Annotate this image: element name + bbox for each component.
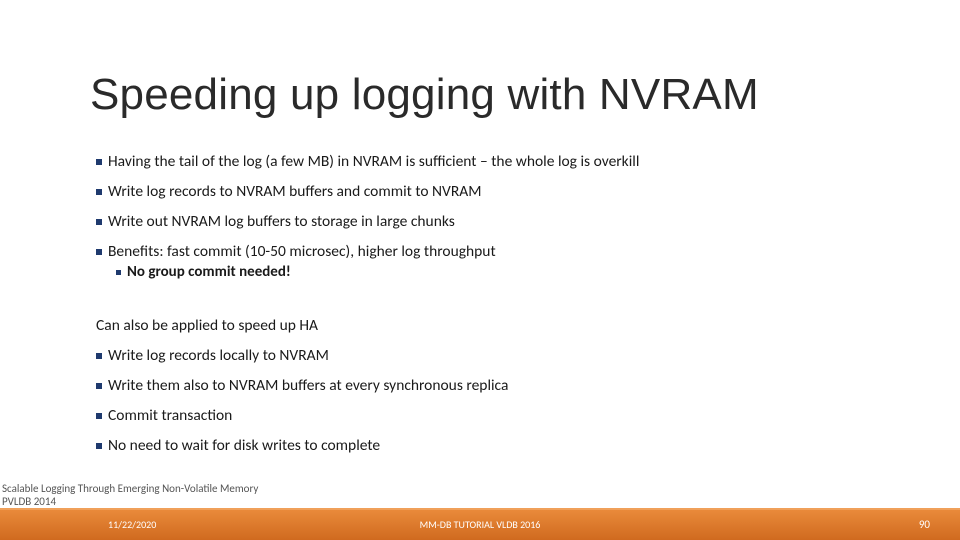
bullet-marker-icon	[96, 443, 102, 449]
sub-bullet-item: No group commit needed!	[116, 263, 291, 282]
bullet-marker-icon	[96, 159, 102, 165]
bullet-marker-icon	[96, 249, 102, 255]
bullet-marker-icon	[116, 270, 121, 275]
sub-bullet-text: No group commit needed!	[127, 263, 291, 282]
section-intro-text: Can also be applied to speed up HA	[96, 316, 318, 335]
bullet-text: Write log records locally to NVRAM	[108, 346, 329, 365]
citation-line: PVLDB 2014	[2, 495, 258, 508]
slide: Speeding up logging with NVRAM Having th…	[0, 0, 960, 540]
footer-page-number: 90	[919, 518, 930, 531]
bullet-item: Write log records to NVRAM buffers and c…	[96, 182, 482, 201]
slide-title: Speeding up logging with NVRAM	[90, 70, 759, 120]
bullet-text: Benefits: fast commit (10-50 microsec), …	[108, 242, 496, 261]
bullet-item: Write log records locally to NVRAM	[96, 346, 329, 365]
bullet-text: Write log records to NVRAM buffers and c…	[108, 182, 482, 201]
citation-line: Scalable Logging Through Emerging Non-Vo…	[2, 482, 258, 495]
bullet-item: Having the tail of the log (a few MB) in…	[96, 152, 639, 171]
bullet-marker-icon	[96, 383, 102, 389]
bullet-item: Benefits: fast commit (10-50 microsec), …	[96, 242, 496, 261]
citation-block: Scalable Logging Through Emerging Non-Vo…	[2, 482, 258, 508]
footer-center-text: MM-DB TUTORIAL VLDB 2016	[0, 518, 960, 531]
bullet-text: Commit transaction	[108, 406, 232, 425]
bullet-marker-icon	[96, 413, 102, 419]
bullet-text: Write them also to NVRAM buffers at ever…	[108, 376, 508, 395]
bullet-marker-icon	[96, 219, 102, 225]
bullet-item: Write out NVRAM log buffers to storage i…	[96, 212, 455, 231]
bullet-item: No need to wait for disk writes to compl…	[96, 436, 380, 455]
bullet-text: Having the tail of the log (a few MB) in…	[108, 152, 639, 171]
bullet-marker-icon	[96, 353, 102, 359]
bullet-marker-icon	[96, 189, 102, 195]
bullet-text: Write out NVRAM log buffers to storage i…	[108, 212, 455, 231]
bullet-item: Write them also to NVRAM buffers at ever…	[96, 376, 508, 395]
bullet-item: Commit transaction	[96, 406, 232, 425]
bullet-text: No need to wait for disk writes to compl…	[108, 436, 380, 455]
